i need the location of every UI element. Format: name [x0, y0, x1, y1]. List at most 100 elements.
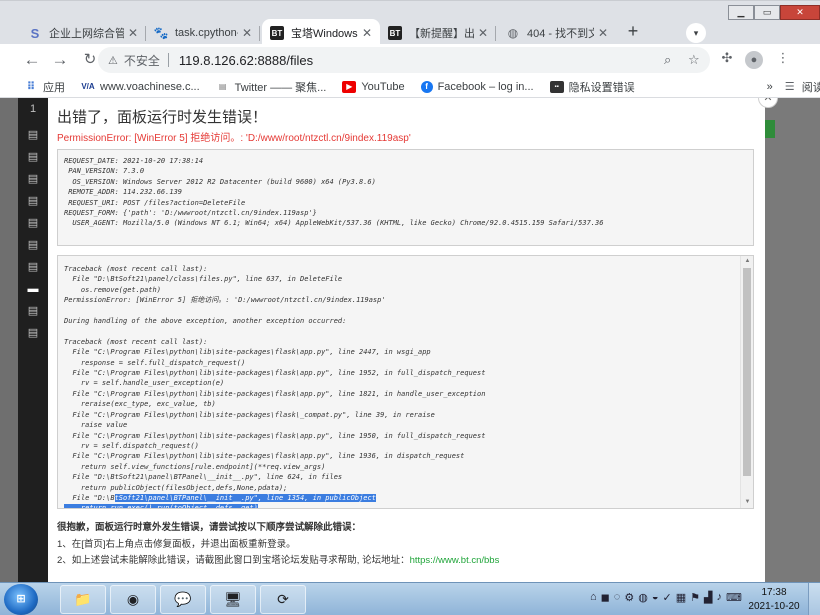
maximize-button[interactable]: ▭ — [754, 5, 780, 20]
sidebar-item[interactable]: ▤ — [18, 256, 48, 278]
bookmark-youtube[interactable]: ▶ YouTube — [342, 80, 405, 93]
traceback-line: raise value — [64, 421, 128, 430]
windows-taskbar: ⊞ 📁 ◉ 💬 🖥 ⟳ ⌂ ◼ ◌ ⚙ ◍ ◒ ✓ ▦ ⚑ ▟ ♪ ⌨ 17:3… — [0, 582, 820, 615]
request-info-line: REMOTE_ADDR: 114.232.66.139 — [64, 188, 183, 197]
minimize-button[interactable]: ▁ — [728, 5, 754, 20]
tab-bt-panel[interactable]: BT 宝塔Windows面 ✕ — [262, 19, 380, 47]
system-tray: ⌂ ◼ ◌ ⚙ ◍ ◒ ✓ ▦ ⚑ ▟ ♪ ⌨ — [590, 591, 742, 604]
tray-icon[interactable]: ⚙ — [624, 591, 634, 604]
close-tab-icon[interactable]: ✕ — [362, 26, 372, 40]
volume-icon[interactable]: ♪ — [716, 591, 722, 604]
traceback-line: rv = self.handle_user_exception(e) — [64, 379, 225, 388]
forum-link[interactable]: https://www.bt.cn/bbs — [410, 555, 500, 566]
menu-kebab-icon[interactable]: ⋮ — [773, 50, 793, 66]
extensions-icon[interactable]: ✣ — [717, 50, 737, 66]
tray-icon[interactable]: ◼ — [601, 591, 610, 604]
sidebar-item[interactable]: ▤ — [18, 212, 48, 234]
new-tab-button[interactable]: + — [622, 21, 644, 43]
close-tab-icon[interactable]: ✕ — [478, 26, 488, 40]
request-info-line: REQUEST_FORM: {'path': 'D:/wwwroot/ntzct… — [64, 209, 317, 218]
sidebar-item[interactable]: ▤ — [18, 124, 48, 146]
system-clock[interactable]: 17:38 2021-10-20 — [748, 586, 800, 614]
sidebar-item[interactable]: ▤ — [18, 190, 48, 212]
traceback-scrollbar[interactable]: ▲ ▼ — [740, 256, 753, 508]
tray-icon[interactable]: ◍ — [638, 591, 648, 604]
more-bookmarks-button[interactable]: » — [767, 81, 773, 93]
tray-icon[interactable]: ◒ — [652, 591, 659, 604]
browser-toolbar: ← → ↻ ⚠ 不安全 119.8.126.62:8888/files ⌕ ☆ … — [0, 44, 820, 76]
panel-sidebar: 1 ▤ ▤ ▤ ▤ ▤ ▤ ▤ ▬ ▤ ▤ — [18, 98, 48, 582]
profile-avatar-icon[interactable]: ● — [745, 51, 763, 69]
request-info-line: REQUEST_DATE: 2021-10-20 17:38:14 — [64, 157, 204, 165]
traceback-line: During handling of the above exception, … — [64, 317, 347, 326]
close-tab-icon[interactable]: ✕ — [598, 26, 608, 40]
bookmark-apps[interactable]: ⠿ 应用 — [24, 79, 65, 95]
bookmark-voa[interactable]: V/A www.voachinese.c... — [81, 81, 199, 93]
green-button-fragment — [765, 120, 775, 138]
traceback-line: File "C:\Program Files\python\lib\site-p… — [64, 431, 486, 440]
tab-task-cpython[interactable]: 🐾 task.cpython-3 ✕ — [146, 19, 260, 47]
traceback-line: rv = self.dispatch_request() — [64, 441, 199, 450]
traceback-line: File "C:\Program Files\python\lib\site-p… — [64, 369, 486, 378]
tray-icon[interactable]: ✓ — [662, 591, 671, 604]
start-button[interactable]: ⊞ — [4, 584, 38, 615]
tab-404[interactable]: ◍ 404 - 找不到文 ✕ — [498, 19, 616, 47]
request-info-line: REQUEST_URI: POST /files?action=DeleteFi… — [64, 198, 246, 207]
reading-list-button[interactable]: ☰ 阅读清单 — [783, 79, 820, 95]
request-info-box: REQUEST_DATE: 2021-10-20 17:38:14 PAN_VE… — [57, 149, 754, 246]
error-title: 出错了，面板运行时发生错误！ — [57, 109, 268, 126]
close-tab-icon[interactable]: ✕ — [128, 26, 138, 40]
tray-icon[interactable]: ⌂ — [590, 591, 597, 604]
tray-icon[interactable]: ▦ — [676, 591, 686, 604]
network-app-icon[interactable]: 🖥 — [210, 585, 256, 614]
warning-icon: ⚠ — [108, 54, 118, 67]
chrome-icon[interactable]: ◉ — [110, 585, 156, 614]
traceback-line-selected: return run_exec().run(toObject, defs, ge… — [64, 503, 744, 508]
sidebar-item[interactable]: ▤ — [18, 322, 48, 344]
close-window-button[interactable]: ✕ — [780, 5, 820, 20]
monitor-icon[interactable]: 1 — [18, 98, 48, 120]
scroll-down-arrow-icon[interactable]: ▼ — [741, 497, 753, 508]
scroll-up-arrow-icon[interactable]: ▲ — [741, 256, 753, 267]
green-app-icon[interactable]: ⟳ — [260, 585, 306, 614]
traceback-box[interactable]: Traceback (most recent call last): File … — [57, 255, 754, 509]
tray-icon[interactable]: ◌ — [614, 591, 621, 604]
zoom-icon[interactable]: ⌕ — [664, 52, 671, 68]
traceback-line: response = self.full_dispatch_request() — [64, 358, 246, 367]
network-icon[interactable]: ▟ — [704, 591, 712, 604]
show-desktop-button[interactable] — [808, 583, 820, 615]
page-icon: ▪▪ — [549, 80, 564, 93]
youtube-icon: ▶ — [342, 80, 357, 93]
traceback-line — [64, 306, 744, 316]
traceback-line — [64, 326, 744, 336]
globe-icon: ◍ — [507, 26, 519, 40]
address-bar[interactable]: ⚠ 不安全 119.8.126.62:8888/files ⌕ ☆ — [98, 47, 710, 73]
bookmark-facebook[interactable]: f Facebook – log in... — [420, 80, 534, 93]
sidebar-item[interactable]: ▤ — [18, 234, 48, 256]
sidebar-item[interactable]: ▤ — [18, 168, 48, 190]
url-text[interactable]: 119.8.126.62:8888/files — [179, 53, 313, 68]
keyboard-icon[interactable]: ⌨ — [726, 591, 742, 604]
scroll-thumb[interactable] — [743, 268, 751, 476]
clock-time: 17:38 — [761, 587, 787, 598]
forward-button[interactable]: → — [48, 48, 72, 72]
sidebar-item[interactable]: ▤ — [18, 300, 48, 322]
request-info-line: OS_VERSION: Windows Server 2012 R2 Datac… — [64, 177, 376, 186]
insecure-label: 不安全 — [123, 53, 160, 68]
tab-enterprise[interactable]: S 企业上网综合管 ✕ — [20, 19, 146, 47]
bookmark-star-icon[interactable]: ☆ — [688, 52, 700, 68]
traceback-line: File "C:\Program Files\python\lib\site-p… — [64, 452, 465, 461]
wechat-icon[interactable]: 💬 — [160, 585, 206, 614]
bookmark-twitter[interactable]: ▤ Twitter —— 聚焦... — [216, 79, 326, 95]
flag-icon[interactable]: ⚑ — [690, 591, 700, 604]
tab-search-button[interactable]: ▾ — [686, 23, 706, 43]
explorer-icon[interactable]: 📁 — [60, 585, 106, 614]
paw-icon: 🐾 — [153, 26, 169, 40]
back-button[interactable]: ← — [20, 48, 44, 72]
sidebar-item[interactable]: ▤ — [18, 146, 48, 168]
tab-new-reminder[interactable]: BT 【新提醒】出错 ✕ — [380, 19, 496, 47]
bookmark-privacy-error[interactable]: ▪▪ 隐私设置错误 — [549, 79, 635, 95]
tips-title: 很抱歉，面板运行时意外发生错误，请尝试按以下顺序尝试解除此错误： — [57, 522, 362, 533]
folder-icon[interactable]: ▬ — [18, 278, 48, 300]
close-tab-icon[interactable]: ✕ — [242, 26, 252, 40]
